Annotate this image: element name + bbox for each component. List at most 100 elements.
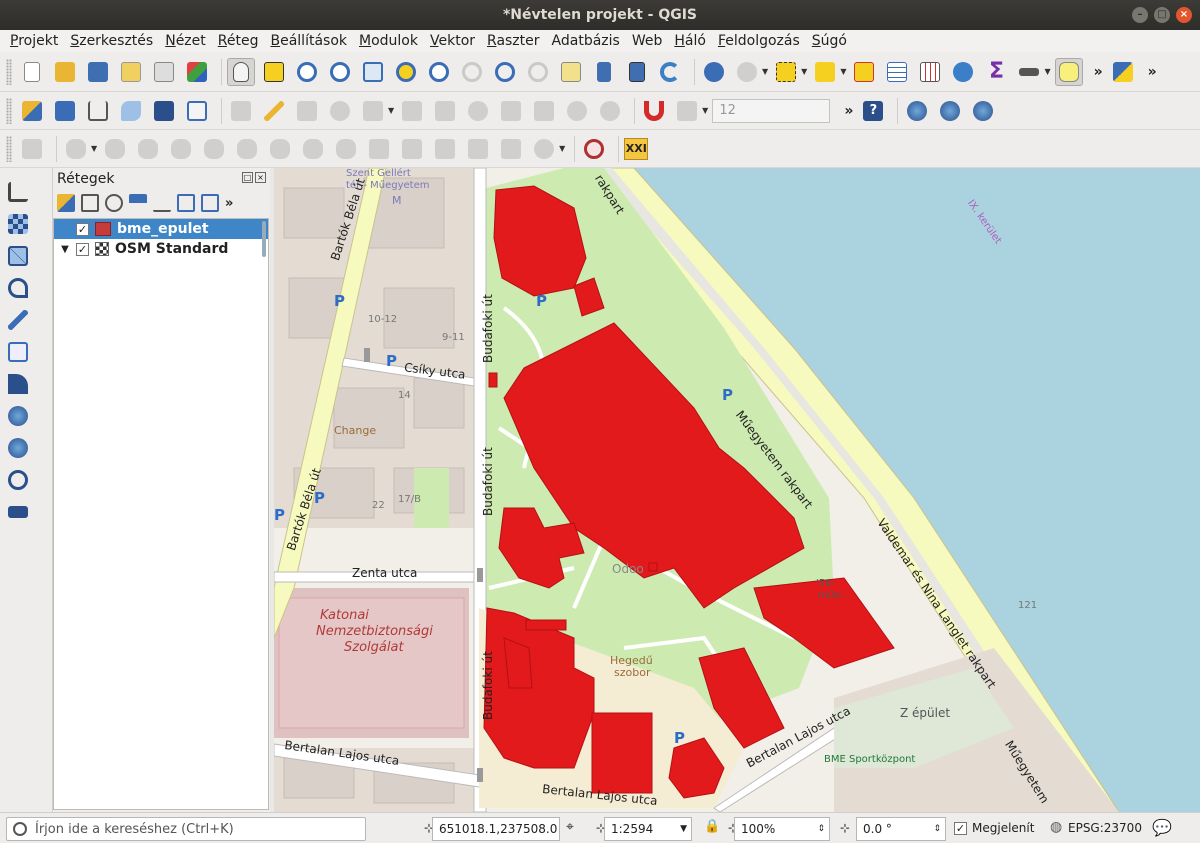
cad-tools-button[interactable]: [18, 135, 46, 163]
redo-button[interactable]: [596, 97, 624, 125]
coordinate-field[interactable]: 651018.1,237508.0: [432, 817, 560, 841]
menu-beallitasok[interactable]: Beállítások: [264, 30, 353, 52]
crs-button[interactable]: EPSG:23700: [1068, 821, 1142, 835]
copy-features-button[interactable]: [497, 97, 525, 125]
layer-visibility-checkbox[interactable]: ✓: [76, 242, 89, 256]
cut-features-button[interactable]: [464, 97, 492, 125]
add-wfs-layer-button[interactable]: [8, 374, 34, 400]
add-spatialite-button[interactable]: [8, 310, 34, 336]
add-group-icon[interactable]: [81, 194, 99, 212]
split-parts-button[interactable]: [431, 135, 459, 163]
fill-ring-button[interactable]: [167, 135, 195, 163]
pan-map-button[interactable]: [227, 57, 255, 86]
save-edits-button[interactable]: [293, 97, 321, 125]
add-ring-button[interactable]: [62, 135, 90, 163]
modify-attributes-button[interactable]: [398, 97, 426, 125]
toolbar-overflow-icon-2[interactable]: »: [1148, 64, 1157, 80]
snapping-tolerance-field[interactable]: 12: [712, 98, 831, 123]
snapping-dropdown-icon[interactable]: ▼: [702, 106, 708, 115]
zoom-last-button[interactable]: [491, 58, 519, 86]
menu-halo[interactable]: Háló: [668, 30, 712, 52]
menu-vektor[interactable]: Vektor: [424, 30, 481, 52]
reverse-line-button[interactable]: [332, 135, 360, 163]
identify-button[interactable]: [700, 58, 728, 86]
statistics-button[interactable]: [916, 58, 944, 86]
menu-modulok[interactable]: Modulok: [353, 30, 424, 52]
menu-feldolgozas[interactable]: Feldolgozás: [712, 30, 806, 52]
add-wms-layer-left-button[interactable]: [8, 406, 34, 432]
add-virtual-layer-button[interactable]: [8, 342, 34, 368]
toolbar-handle[interactable]: [6, 97, 12, 124]
add-wms-layer-button[interactable]: [903, 97, 931, 125]
menu-szerkesztes[interactable]: Szerkesztés: [64, 30, 159, 52]
menu-nezet[interactable]: Nézet: [159, 30, 212, 52]
offset-curve-button[interactable]: [299, 135, 327, 163]
lock-icon[interactable]: 🔒: [704, 819, 720, 834]
new-print-layout-button[interactable]: [117, 58, 145, 86]
zoom-native-button[interactable]: [458, 58, 486, 86]
layer-row-bme-epulet[interactable]: ✓ bme_epulet: [54, 219, 268, 239]
filter-expression-icon[interactable]: [153, 194, 171, 212]
new-bookmark-button[interactable]: [590, 58, 618, 86]
locator-search-input[interactable]: Írjon ide a kereséshez (Ctrl+K): [6, 817, 366, 841]
zoom-to-selection-button[interactable]: [392, 58, 420, 86]
toolbox-button[interactable]: [949, 58, 977, 86]
add-delimited-text-button[interactable]: [8, 278, 34, 304]
add-raster-layer-button[interactable]: [8, 214, 34, 240]
zoom-to-layer-button[interactable]: [425, 58, 453, 86]
actions-button[interactable]: [733, 58, 761, 86]
merge-attributes-button[interactable]: [497, 135, 525, 163]
xxi-plugin-button[interactable]: XXI: [624, 137, 649, 160]
mouse-coordinate-toggle-icon[interactable]: ⌖: [566, 819, 574, 835]
python-console-button[interactable]: [1109, 58, 1137, 86]
quickmapservices-button[interactable]: [969, 97, 997, 125]
new-project-button[interactable]: [18, 58, 46, 86]
expand-arrow-icon[interactable]: ▼: [54, 244, 76, 255]
show-bookmarks-button[interactable]: [623, 58, 651, 86]
add-part-button[interactable]: [134, 135, 162, 163]
simplify-button[interactable]: [101, 135, 129, 163]
expand-all-icon[interactable]: [177, 194, 195, 212]
select-by-expression-button[interactable]: [811, 58, 839, 86]
delete-selected-button[interactable]: [431, 97, 459, 125]
toggle-editing-button[interactable]: [260, 97, 288, 125]
menu-projekt[interactable]: Projekt: [4, 30, 64, 52]
toolbar-handle[interactable]: [6, 58, 12, 85]
panel-float-button[interactable]: □: [242, 172, 253, 183]
new-memory-layer-button[interactable]: [150, 97, 178, 125]
menu-adatbazis[interactable]: Adatbázis: [546, 30, 626, 52]
pan-to-selection-button[interactable]: [260, 58, 288, 86]
eye-icon[interactable]: [105, 194, 123, 212]
measure-dropdown-icon[interactable]: ▼: [1044, 67, 1050, 76]
expression-dropdown-icon[interactable]: ▼: [840, 67, 846, 76]
actions-dropdown-icon[interactable]: ▼: [762, 67, 768, 76]
panel-overflow-icon[interactable]: »: [225, 196, 233, 211]
toolbar-overflow-icon[interactable]: »: [1094, 64, 1103, 80]
data-source-manager-button[interactable]: [18, 97, 46, 125]
vertex-dropdown-icon[interactable]: ▼: [388, 106, 394, 115]
zoom-next-button[interactable]: [524, 58, 552, 86]
zoom-out-button[interactable]: [326, 58, 354, 86]
refresh-button[interactable]: [656, 58, 684, 86]
panel-close-button[interactable]: ×: [255, 172, 266, 183]
maximize-button[interactable]: □: [1154, 7, 1170, 23]
delete-part-button[interactable]: [233, 135, 261, 163]
collapse-all-icon[interactable]: [201, 194, 219, 212]
select-dropdown-icon[interactable]: ▼: [801, 67, 807, 76]
map-tips-button[interactable]: [1054, 57, 1083, 86]
field-calculator-button[interactable]: Σ: [982, 58, 1010, 86]
render-checkbox[interactable]: ✓: [954, 822, 967, 835]
current-edits-button[interactable]: [227, 97, 255, 125]
paste-features-button[interactable]: [530, 97, 558, 125]
toolbar-handle[interactable]: [6, 135, 12, 162]
rotation-spinbox[interactable]: 0.0 ° ⇕: [856, 817, 946, 841]
crs-globe-icon[interactable]: ◍: [1050, 819, 1062, 835]
layer-visibility-checkbox[interactable]: ✓: [76, 222, 89, 236]
attribute-table-button[interactable]: [883, 58, 911, 86]
select-features-button[interactable]: [772, 58, 800, 86]
menu-web[interactable]: Web: [626, 30, 669, 52]
vertex-tool-button[interactable]: [359, 97, 387, 125]
new-shapefile-layer-button[interactable]: [84, 97, 112, 125]
filter-icon[interactable]: [129, 194, 147, 212]
ring-dropdown-icon[interactable]: ▼: [91, 144, 97, 153]
